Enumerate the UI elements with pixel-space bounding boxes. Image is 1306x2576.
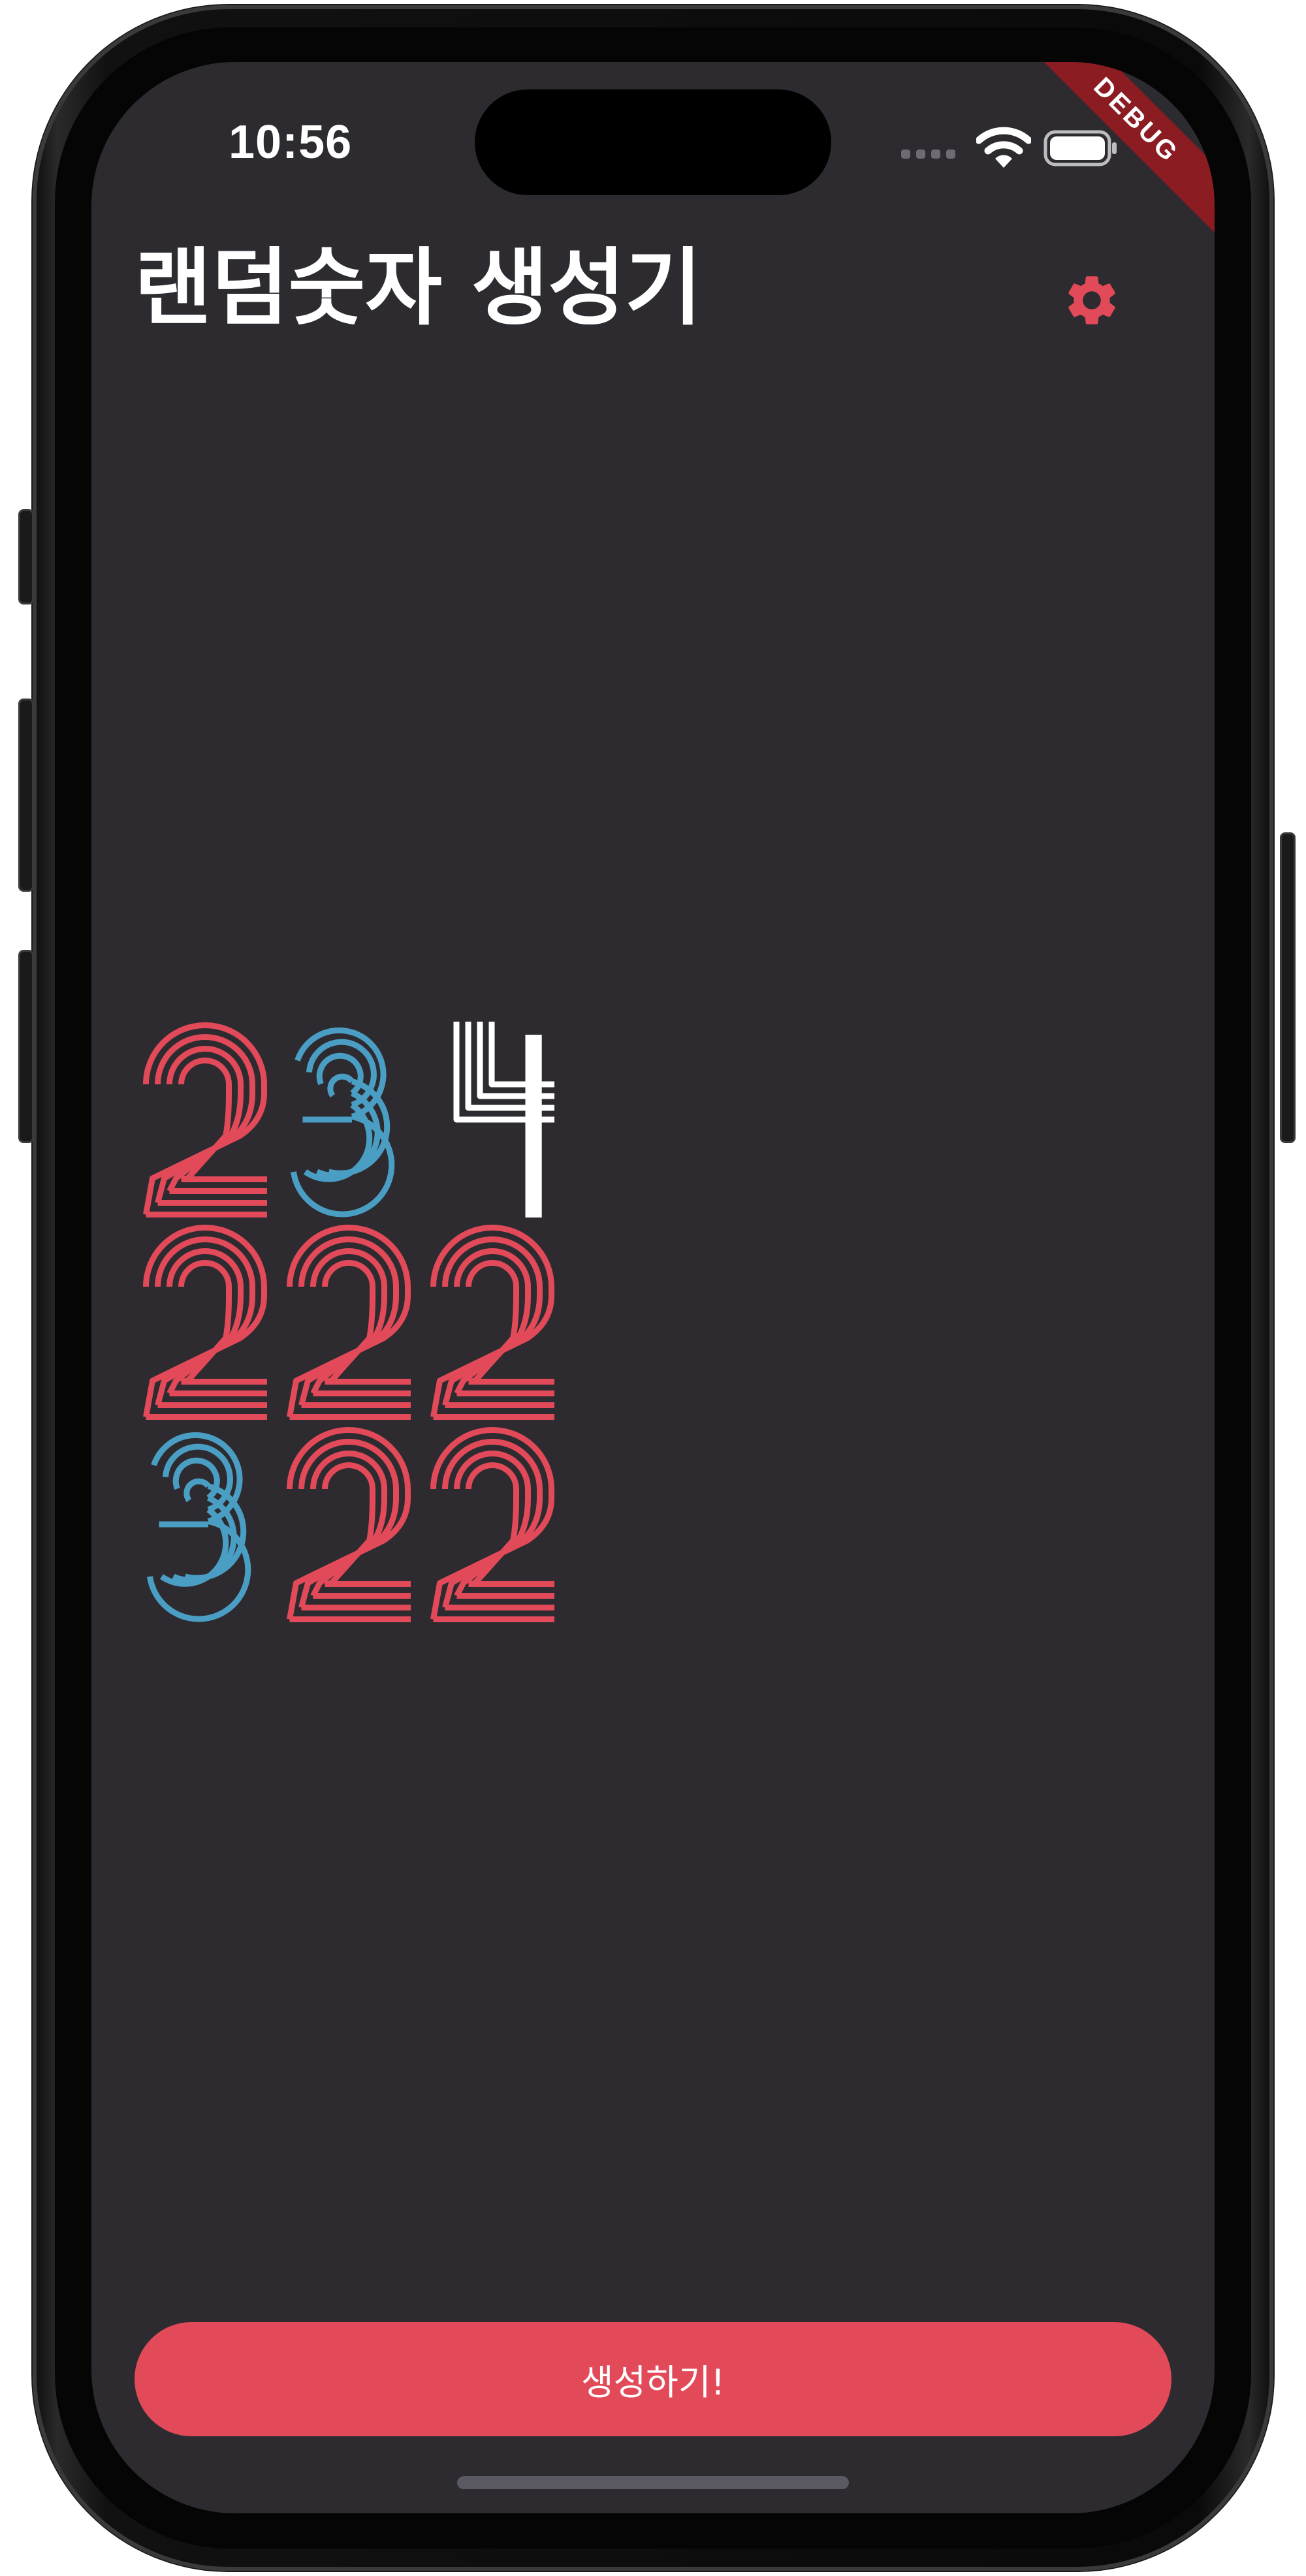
digit-cell: 4 (430, 1021, 554, 1217)
svg-text:2: 2 (430, 1426, 431, 1427)
digit-cell: 2 (287, 1427, 411, 1622)
dynamic-island (475, 89, 831, 195)
status-bar: 10:56 (91, 62, 1215, 206)
home-indicator (457, 2476, 849, 2489)
svg-text:2: 2 (143, 1021, 144, 1022)
battery-icon (1043, 130, 1117, 166)
svg-text:4: 4 (430, 1021, 431, 1022)
generate-button[interactable]: 생성하기! (135, 2322, 1171, 2436)
digit-cell: 2 (430, 1223, 554, 1420)
svg-text:3: 3 (143, 1426, 144, 1427)
digit-cell: 2 (143, 1223, 267, 1420)
app-screen: 10:56 DEBUG 랜덤숫자 생성기 234222322 생성하기! (91, 62, 1215, 2513)
digit-grid-graphic: 2 3 42 2 23 2 2 (143, 1021, 554, 1622)
gear-icon (1068, 276, 1115, 324)
volume-down-button (18, 950, 34, 1143)
digit-cell: 3 (143, 1426, 251, 1622)
wifi-icon (976, 127, 1031, 168)
cellular-signal-icon (901, 149, 955, 159)
digit-cell: 2 (143, 1021, 267, 1217)
status-time: 10:56 (229, 116, 353, 168)
power-button (1280, 832, 1296, 1143)
svg-text:2: 2 (143, 1223, 144, 1225)
digit-cell: 2 (430, 1426, 554, 1622)
digit-cell: 3 (291, 1027, 395, 1217)
page-title: 랜덤숫자 생성기 (135, 240, 702, 337)
digit-cell: 2 (287, 1225, 411, 1420)
volume-up-button (18, 699, 34, 892)
svg-text:2: 2 (430, 1223, 431, 1225)
settings-button[interactable] (1059, 268, 1124, 333)
random-number-grid: 234222322 (143, 1022, 574, 1639)
action-button (18, 509, 34, 605)
